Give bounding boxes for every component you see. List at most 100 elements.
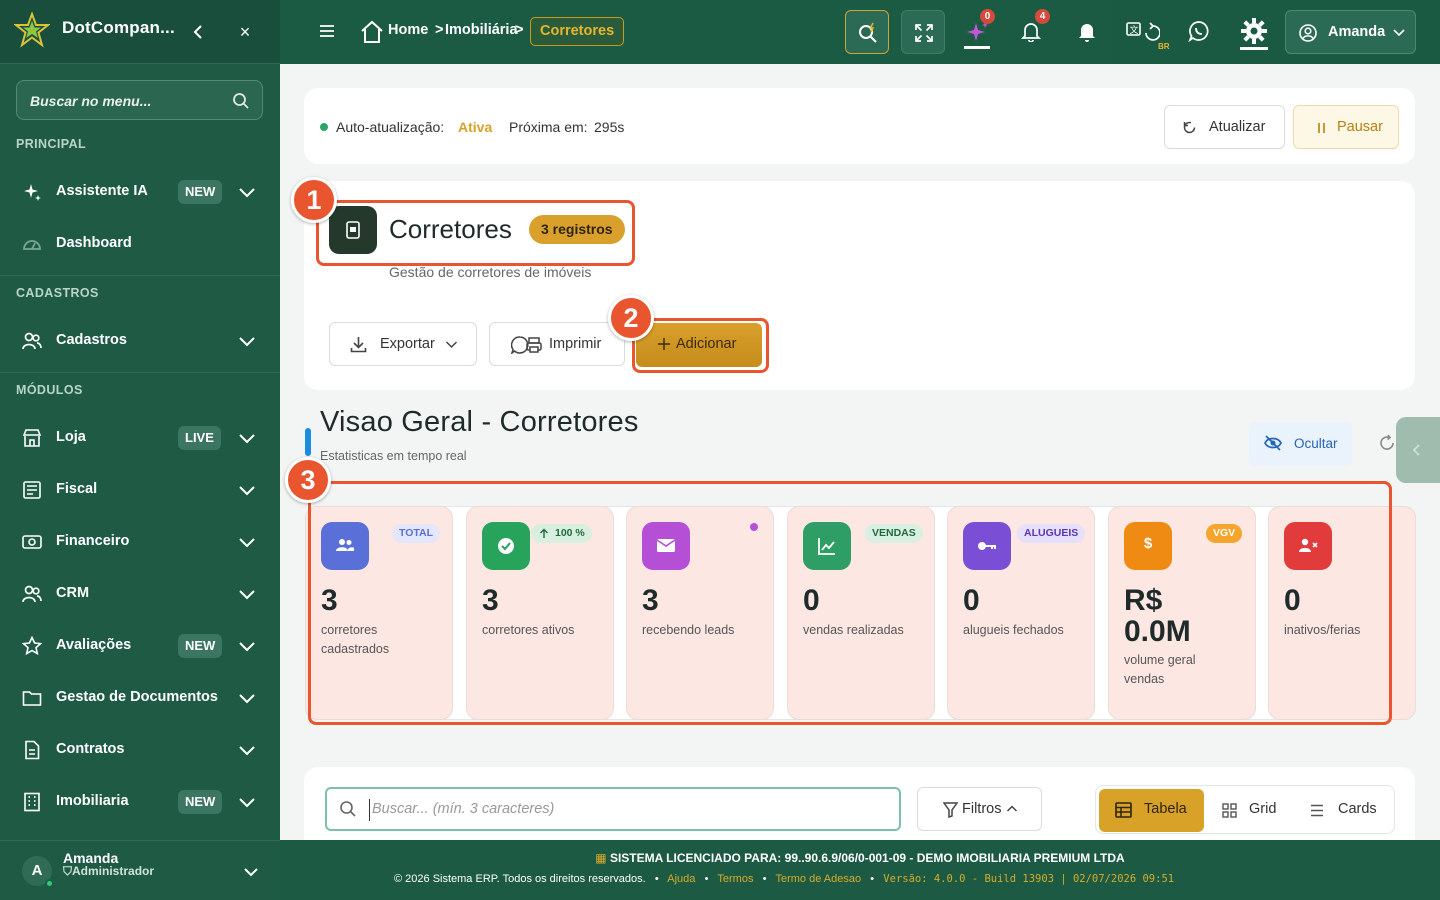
whatsapp-print-icon [511,336,542,354]
view-tab-label: Tabela [1144,801,1187,817]
sidebar-item-gestao-documentos[interactable]: Gestao de Documentos [16,680,264,716]
chevron-down-icon [239,188,255,198]
building-icon [24,792,40,812]
section-principal: PRINCIPAL [16,137,87,151]
sidebar-item-imobiliaria[interactable]: Imobiliaria NEW [16,784,264,820]
sidebar-item-crm[interactable]: CRM [16,576,264,612]
sidebar-search-input[interactable]: Buscar no menu... [16,80,263,120]
sidebar-divider [0,275,280,276]
gauge-icon [23,240,41,250]
pause-button-label: Pausar [1337,119,1383,135]
side-drawer-toggle[interactable] [1396,417,1440,483]
building-icon: ▦ [595,851,607,865]
sidebar-item-contratos[interactable]: Contratos [16,732,264,768]
annotation-marker-3: 3 [285,457,331,503]
chevron-down-icon [239,434,255,444]
chevron-up-icon [1006,805,1018,812]
footer-link-ajuda[interactable]: Ajuda [667,873,695,885]
active-underline [1240,47,1268,50]
update-button[interactable]: Atualizar [1164,105,1285,149]
view-tab-table[interactable]: Tabela [1099,789,1204,832]
user-role-label: Administrador [72,864,155,878]
chevron-down-icon [244,868,258,877]
table-icon [1115,802,1132,818]
store-icon [22,429,42,447]
sidebar: DotCompan... × Buscar no menu... PRINCIP… [0,0,280,900]
refresh-icon[interactable] [1378,434,1396,452]
section-accent-bar [305,428,311,456]
fullscreen-button[interactable] [901,10,945,54]
download-icon [350,337,367,353]
export-button[interactable]: Exportar [329,322,477,366]
pause-button[interactable]: Pausar [1293,105,1399,149]
list-search-input[interactable]: Buscar... (mín. 3 caracteres) [325,787,901,831]
sidebar-item-label: Fiscal [56,481,98,497]
whatsapp-button[interactable] [1188,20,1212,44]
search-bolt-icon [859,22,877,43]
sidebar-item-fiscal[interactable]: Fiscal [16,472,264,508]
sidebar-item-label: Cadastros [56,332,127,348]
menu-hamburger-icon[interactable] [318,22,336,40]
sidebar-item-label: Assistente IA [56,183,148,199]
license-value: 99..90.6.9/06/0-001-09 - DEMO IMOBILIARI… [784,851,1125,865]
sidebar-item-dashboard[interactable]: Dashboard [16,226,264,262]
chevron-down-icon [239,746,255,756]
sidebar-item-label: Imobiliaria [56,793,129,809]
close-icon[interactable]: × [236,22,254,42]
view-tab-cards[interactable]: Cards [1293,789,1393,832]
view-tab-grid[interactable]: Grid [1206,789,1291,832]
annotation-marker-1: 1 [291,177,337,223]
sidebar-item-label: Gestao de Documentos [56,689,218,705]
sidebar-item-label: Contratos [56,741,125,757]
user-menu-button[interactable]: Amanda [1285,10,1416,54]
sidebar-item-label: CRM [56,585,90,601]
list-icon [1311,804,1323,817]
language-switch-button[interactable]: 文 BR [1126,20,1170,51]
eye-off-icon [1264,435,1282,451]
breadcrumb-home[interactable]: Home [388,22,428,38]
footer-link-termo-adesao[interactable]: Termo de Adesao [775,873,861,885]
chevron-left-icon[interactable] [190,22,206,42]
sidebar-item-financeiro[interactable]: Financeiro [16,524,264,560]
annotation-marker-2: 2 [608,295,654,341]
breadcrumb-current: Corretores [530,17,625,46]
language-tag: BR [1158,42,1170,51]
sidebar-item-avaliacoes[interactable]: Avaliações NEW [16,628,264,664]
sidebar-item-label: Financeiro [56,533,130,549]
chevron-down-icon [239,538,255,548]
breadcrumb-imobiliaria[interactable]: Imobiliária [445,22,518,38]
notifications-button[interactable]: 4 [1020,9,1050,44]
global-search-button[interactable] [845,10,889,54]
chevron-down-icon [239,337,255,347]
print-button-label: Imprimir [549,336,602,352]
settings-button[interactable] [1240,17,1268,50]
footer: ▦ SISTEMA LICENCIADO PARA: 99..90.6.9/06… [280,840,1440,900]
hide-stats-label: Ocultar [1294,436,1338,451]
hide-stats-button[interactable]: Ocultar [1249,422,1352,466]
home-icon[interactable] [359,19,385,45]
ai-sparkle-button[interactable]: 0 [964,9,995,49]
auto-refresh-status: Ativa [458,119,493,135]
users-icon [22,585,42,603]
user-circle-icon [1299,24,1317,42]
sparkle-count-badge: 0 [980,9,995,24]
filters-button[interactable]: Filtros [917,787,1042,831]
print-button[interactable]: Imprimir [489,322,625,366]
list-search-placeholder: Buscar... (mín. 3 caracteres) [372,801,555,817]
sidebar-user-menu[interactable]: A Amanda ⛉Administrador [0,840,280,900]
next-refresh-label: Próxima em: [509,119,588,135]
alerts-button[interactable] [1076,20,1100,44]
grid-icon [1222,803,1237,818]
search-icon [233,93,249,109]
app-root: DotCompan... × Buscar no menu... PRINCIP… [0,0,1440,900]
sidebar-item-cadastros[interactable]: Cadastros [16,323,264,359]
annotation-box-3 [308,481,1392,725]
users-icon [22,332,42,350]
footer-link-termos[interactable]: Termos [717,873,753,885]
footer-links: © 2026 Sistema ERP. Todos os direitos re… [394,873,1175,885]
sidebar-item-assistente-ia[interactable]: Assistente IA NEW [16,174,264,210]
chevron-down-icon [445,341,458,349]
breadcrumb-separator: > [435,22,444,38]
chevron-down-icon [1393,29,1405,37]
sidebar-item-loja[interactable]: Loja LIVE [16,420,264,456]
